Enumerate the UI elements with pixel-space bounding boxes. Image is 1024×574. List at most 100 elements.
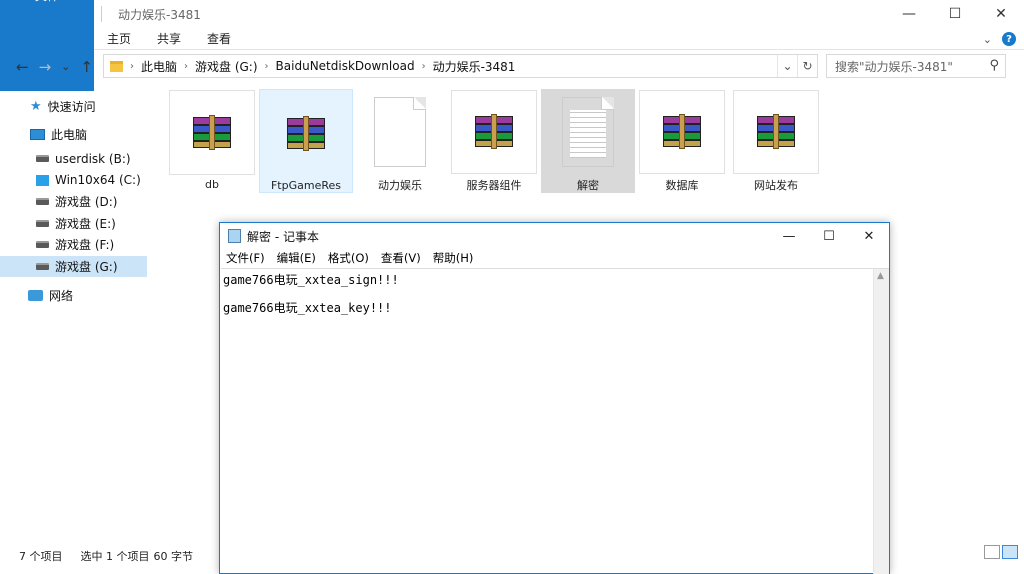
file-item[interactable]: 解密 xyxy=(541,89,635,193)
scroll-up-icon[interactable]: ▲ xyxy=(877,271,884,281)
minimize-button[interactable]: — xyxy=(886,0,932,28)
file-item[interactable]: 动力娱乐 xyxy=(353,89,447,193)
sidebar-item-this-pc[interactable]: 此电脑 xyxy=(0,120,147,148)
sidebar-item-quick-access[interactable]: ★ 快速访问 xyxy=(0,92,147,120)
menu-edit[interactable]: 编辑(E) xyxy=(271,250,322,266)
recent-locations-icon[interactable]: ⌄ xyxy=(61,60,70,73)
notepad-title-bar: 解密 - 记事本 — ☐ ✕ xyxy=(220,223,889,249)
navigation-bar: ← → ⌄ ↑ › 此电脑 › 游戏盘 (G:) › BaiduNetdiskD… xyxy=(0,50,1024,83)
notepad-title: 解密 - 记事本 xyxy=(247,229,319,244)
menu-help[interactable]: 帮助(H) xyxy=(427,250,480,266)
breadcrumb-current[interactable]: 动力娱乐-3481 xyxy=(433,58,516,75)
forward-arrow-icon[interactable]: → xyxy=(39,58,52,76)
winrar-archive-icon xyxy=(475,114,513,149)
menu-view[interactable]: 查看(V) xyxy=(375,250,427,266)
menu-format[interactable]: 格式(O) xyxy=(322,250,375,266)
address-dropdown-icon[interactable]: ⌄ xyxy=(777,55,797,77)
close-button[interactable]: ✕ xyxy=(978,0,1024,28)
back-arrow-icon[interactable]: ← xyxy=(16,58,29,76)
expand-ribbon-icon[interactable]: ⌄ xyxy=(983,33,992,46)
sidebar-item-label: 游戏盘 (G:) xyxy=(55,259,118,274)
file-item[interactable]: 数据库 xyxy=(635,89,729,193)
window-title: 动力娱乐-3481 xyxy=(118,7,201,22)
selection-count: 选中 1 个项目 xyxy=(80,550,150,563)
sidebar-item-drive-g[interactable]: 游戏盘 (G:) xyxy=(0,255,147,277)
file-item[interactable]: FtpGameRes xyxy=(259,89,353,193)
maximize-button[interactable]: ☐ xyxy=(932,0,978,28)
sidebar-item-label: 此电脑 xyxy=(51,127,88,142)
file-name: 网站发布 xyxy=(754,179,798,192)
drive-icon xyxy=(36,241,49,249)
blank-file-icon xyxy=(374,97,426,167)
notepad-icon[interactable] xyxy=(228,229,241,243)
file-name: 解密 xyxy=(577,179,599,192)
sidebar-item-label: userdisk (B:) xyxy=(55,151,131,166)
sidebar-item-drive-e[interactable]: 游戏盘 (E:) xyxy=(0,213,147,235)
search-placeholder: 搜索"动力娱乐-3481" xyxy=(835,59,953,74)
drive-icon xyxy=(36,219,49,227)
details-view-icon[interactable] xyxy=(984,545,1000,559)
view-toggle xyxy=(984,545,1018,559)
sidebar-item-drive-b[interactable]: userdisk (B:) xyxy=(0,148,147,170)
text-file-icon xyxy=(562,97,614,167)
search-icon[interactable]: ⚲ xyxy=(989,58,999,73)
sidebar-item-drive-f[interactable]: 游戏盘 (F:) xyxy=(0,234,147,256)
tab-home[interactable]: 主页 xyxy=(94,28,144,50)
sidebar-item-label: 快速访问 xyxy=(47,99,96,114)
winrar-archive-icon xyxy=(757,114,795,149)
file-list: db FtpGameRes 动力娱乐 服务器组件 解密 数据库 网站发布 xyxy=(165,89,823,193)
notepad-text-area[interactable]: game766电玩_xxtea_sign!!! game766电玩_xxtea_… xyxy=(221,268,889,574)
sidebar-item-label: 游戏盘 (F:) xyxy=(55,238,115,253)
file-name: 动力娱乐 xyxy=(378,179,422,192)
chevron-right-icon: › xyxy=(421,60,426,72)
sidebar-item-label: 网络 xyxy=(49,288,74,303)
search-input[interactable]: 搜索"动力娱乐-3481" ⚲ xyxy=(826,54,1006,78)
selection-size: 60 字节 xyxy=(153,550,194,563)
computer-icon xyxy=(30,128,45,140)
drive-icon xyxy=(36,262,49,270)
file-name: 服务器组件 xyxy=(466,179,522,192)
notepad-menu-bar: 文件(F) 编辑(E) 格式(O) 查看(V) 帮助(H) xyxy=(220,249,889,267)
winrar-archive-icon xyxy=(287,115,325,151)
tab-view[interactable]: 查看 xyxy=(194,28,244,50)
chevron-right-icon: › xyxy=(264,60,269,72)
ribbon-tabs: 文件 主页 共享 查看 ⌄ ? xyxy=(0,0,1024,91)
sidebar-item-label: 游戏盘 (D:) xyxy=(55,195,118,210)
chevron-right-icon: › xyxy=(130,60,134,72)
title-bar: ▾ 动力娱乐-3481 — ☐ ✕ xyxy=(0,0,1024,28)
notepad-content[interactable]: game766电玩_xxtea_sign!!! game766电玩_xxtea_… xyxy=(223,273,399,315)
sidebar-item-drive-d[interactable]: 游戏盘 (D:) xyxy=(0,191,147,213)
breadcrumb-drive-g[interactable]: 游戏盘 (G:) xyxy=(195,58,258,75)
tab-share[interactable]: 共享 xyxy=(144,28,194,50)
vertical-scrollbar[interactable]: ▲ xyxy=(873,269,889,574)
up-arrow-icon[interactable]: ↑ xyxy=(80,58,93,76)
sidebar-item-drive-c[interactable]: Win10x64 (C:) xyxy=(0,170,147,192)
file-item[interactable]: db xyxy=(165,89,259,193)
chevron-right-icon: › xyxy=(184,60,189,72)
navigation-pane: ★ 快速访问 此电脑 userdisk (B:) Win10x64 (C:) 游… xyxy=(0,92,147,542)
drive-icon xyxy=(36,155,49,163)
separator xyxy=(101,6,103,22)
star-icon: ★ xyxy=(30,98,42,114)
sidebar-item-network[interactable]: 网络 xyxy=(0,277,147,313)
minimize-button[interactable]: — xyxy=(769,223,809,249)
windows-drive-icon xyxy=(36,174,49,186)
item-count: 7 个项目 xyxy=(19,550,63,563)
file-name: FtpGameRes xyxy=(270,179,342,192)
sidebar-item-label: 游戏盘 (E:) xyxy=(55,216,116,231)
breadcrumb-this-pc[interactable]: 此电脑 xyxy=(141,58,177,75)
file-name: db xyxy=(205,178,219,191)
breadcrumb-baidunetdisk[interactable]: BaiduNetdiskDownload xyxy=(276,59,415,73)
close-button[interactable]: ✕ xyxy=(849,223,889,249)
address-bar[interactable]: › 此电脑 › 游戏盘 (G:) › BaiduNetdiskDownload … xyxy=(103,54,818,78)
maximize-button[interactable]: ☐ xyxy=(809,223,849,249)
menu-file[interactable]: 文件(F) xyxy=(220,250,271,266)
network-icon xyxy=(28,289,43,301)
sidebar-item-label: Win10x64 (C:) xyxy=(55,173,141,188)
help-icon[interactable]: ? xyxy=(1002,32,1016,46)
refresh-icon[interactable]: ↻ xyxy=(797,55,817,77)
folder-icon xyxy=(110,60,123,72)
file-item[interactable]: 网站发布 xyxy=(729,89,823,193)
file-item[interactable]: 服务器组件 xyxy=(447,89,541,193)
large-icons-view-icon[interactable] xyxy=(1002,545,1018,559)
